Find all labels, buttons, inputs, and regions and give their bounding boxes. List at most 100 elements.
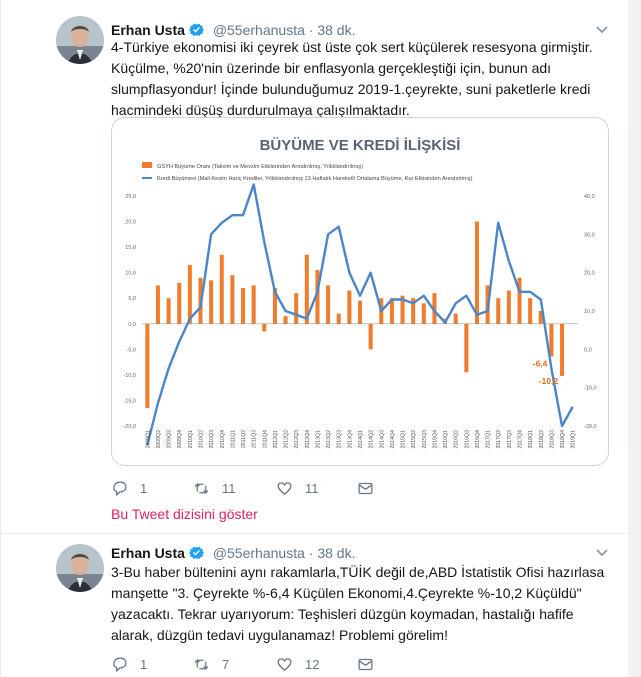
- legend-line-label: Kredi Büyümesi (Mali Kesim Hariç Kredile…: [157, 176, 473, 182]
- gdp-bar: [177, 282, 182, 324]
- y-left-tick-label: 15,0: [125, 245, 136, 251]
- envelope-icon: [358, 482, 373, 494]
- like-count: 11: [305, 480, 319, 496]
- x-tick-label: 2012Q3: [294, 430, 300, 449]
- x-tick-label: 2013Q4: [347, 430, 353, 449]
- y-axis-left: 25,0 20,0 15,0 10,0 5,0 0,0 -5,0 -10,0 -15,0 -20,…: [123, 194, 136, 430]
- timeline: Erhan Usta @55erhanusta · 38 dk. 4-Türki…: [0, 0, 629, 677]
- x-axis: 2009Q1 2009Q2 2009Q3 2009Q4 2010Q1 2010Q2 2010…: [145, 430, 576, 449]
- tweet-text: 3-Bu haber bültenini aynı rakamlarla,TÜİ…: [111, 564, 605, 643]
- reply-button[interactable]: 1: [111, 478, 147, 498]
- x-tick-label: 2015Q3: [422, 430, 428, 449]
- x-tick-label: 2009Q3: [167, 430, 173, 449]
- like-button[interactable]: 12: [276, 654, 319, 674]
- gdp-bar: [357, 300, 363, 324]
- x-tick-label: 2011Q3: [252, 430, 258, 448]
- timestamp[interactable]: 38 dk.: [317, 22, 355, 38]
- retweet-count: 11: [222, 480, 236, 496]
- gdp-bar: [506, 290, 511, 324]
- x-tick-label: 2009Q2: [156, 430, 162, 449]
- x-tick-label: 2013Q3: [337, 430, 343, 449]
- y-left-tick-label: -5,0: [127, 347, 136, 353]
- show-thread-link[interactable]: Bu Tweet dizisini göster: [111, 506, 258, 522]
- x-tick-label: 2012Q2: [284, 430, 290, 449]
- y-right-tick-label: 20,0: [584, 271, 595, 277]
- retweet-icon: [194, 482, 209, 494]
- retweet-icon: [194, 658, 209, 670]
- legend-bar-label: GSYH Büyüme Oranı (Takvim ve Mevsim Etki…: [157, 164, 363, 170]
- gdp-bar: [230, 275, 235, 324]
- heart-icon: [277, 481, 292, 495]
- y-axis-right: 40,0 30,0 20,0 10,0 0,0 -10,0 -20,0: [584, 194, 597, 430]
- gdp-bar: [219, 254, 224, 324]
- x-tick-label: 2013Q1: [315, 430, 321, 449]
- gdp-bar: [326, 285, 331, 324]
- gdp-bar: [241, 288, 246, 324]
- scrollbar[interactable]: [628, 0, 641, 677]
- x-tick-label: 2011Q1: [230, 430, 236, 448]
- reply-button[interactable]: 1: [111, 654, 147, 674]
- x-tick-label: 2016Q4: [475, 430, 481, 449]
- tweet-text: 4-Türkiye ekonomisi iki çeyrek üst üste …: [111, 39, 593, 118]
- retweet-button[interactable]: 11: [193, 478, 236, 498]
- timestamp[interactable]: 38 dk.: [317, 545, 355, 561]
- tweet-2[interactable]: Erhan Usta @55erhanusta · 38 dk. 3-Bu ha…: [1, 534, 628, 677]
- avatar[interactable]: [56, 544, 104, 592]
- direct-message-button[interactable]: [357, 654, 374, 674]
- like-count: 12: [305, 656, 320, 672]
- tweet-media-chart[interactable]: BÜYÜME VE KREDİ İLİŞKİSİ GSYH Büyüme Ora…: [111, 117, 609, 466]
- x-tick-label: 2015Q4: [432, 430, 438, 449]
- display-name[interactable]: Erhan Usta: [111, 22, 185, 38]
- x-tick-label: 2014Q4: [390, 430, 396, 449]
- handle[interactable]: @55erhanusta: [213, 22, 305, 38]
- like-button[interactable]: 11: [276, 478, 319, 498]
- x-tick-label: 2009Q4: [177, 430, 183, 449]
- y-left-tick-label: 0,0: [128, 322, 136, 328]
- y-right-tick-label: -10,0: [584, 386, 597, 392]
- gdp-bar: [368, 323, 373, 350]
- gdp-bar: [496, 298, 501, 324]
- gdp-bar: [251, 285, 256, 324]
- y-left-tick-label: -10,0: [123, 373, 136, 379]
- x-tick-label: 2011Q4: [262, 430, 268, 448]
- x-tick-label: 2015Q2: [411, 430, 417, 449]
- reply-icon: [113, 656, 127, 672]
- y-right-tick-label: 30,0: [584, 232, 595, 238]
- envelope-icon: [358, 658, 373, 670]
- avatar-image: [56, 16, 104, 64]
- x-tick-label: 2016Q1: [443, 430, 449, 449]
- x-tick-label: 2018Q2: [539, 430, 545, 449]
- tweet-1[interactable]: Erhan Usta @55erhanusta · 38 dk. 4-Türki…: [1, 0, 628, 532]
- growth-credit-chart: BÜYÜME VE KREDİ İLİŞKİSİ GSYH Büyüme Ora…: [123, 137, 597, 449]
- handle[interactable]: @55erhanusta: [213, 545, 305, 561]
- y-right-tick-label: 40,0: [584, 194, 595, 200]
- x-tick-label: 2017Q1: [486, 430, 492, 449]
- retweet-count: 7: [222, 656, 230, 672]
- x-tick-label: 2017Q4: [518, 430, 524, 449]
- x-tick-label: 2009Q1: [145, 430, 151, 449]
- x-tick-label: 2010Q3: [209, 430, 215, 449]
- gdp-bar: [560, 323, 565, 376]
- retweet-button[interactable]: 7: [193, 654, 229, 674]
- display-name[interactable]: Erhan Usta: [111, 545, 185, 561]
- x-tick-label: 2018Q3: [549, 430, 555, 449]
- gdp-bar: [283, 316, 288, 324]
- x-tick-label: 2014Q3: [379, 430, 385, 449]
- x-tick-label: 2010Q2: [198, 430, 204, 449]
- gdp-bar: [347, 290, 352, 324]
- x-tick-label: 2014Q2: [369, 430, 375, 449]
- y-left-tick-label: -20,0: [123, 424, 136, 430]
- x-tick-label: 2016Q3: [464, 430, 470, 449]
- chevron-down-icon[interactable]: [594, 21, 610, 37]
- y-left-tick-label: 25,0: [125, 194, 136, 200]
- chart-title: BÜYÜME VE KREDİ İLİŞKİSİ: [260, 137, 461, 154]
- gdp-bar: [336, 313, 341, 324]
- avatar[interactable]: [56, 16, 104, 64]
- chevron-down-icon[interactable]: [594, 544, 610, 560]
- gdp-bar: [474, 221, 479, 324]
- avatar-image: [56, 544, 104, 592]
- verified-icon: [188, 544, 205, 564]
- direct-message-button[interactable]: [357, 478, 374, 498]
- x-tick-label: 2018Q1: [528, 430, 534, 449]
- x-tick-label: 2010Q1: [188, 430, 194, 449]
